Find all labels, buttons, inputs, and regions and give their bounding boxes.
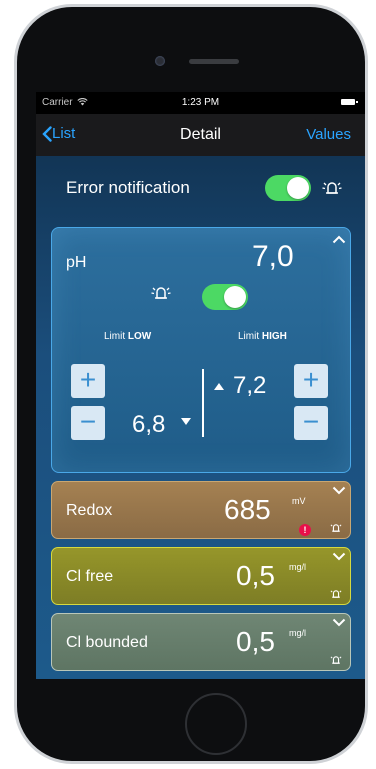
- cl-free-card[interactable]: Cl free 0,5 mg/l: [51, 547, 351, 605]
- cl-free-value: 0,5: [236, 560, 275, 591]
- cl-free-unit: mg/l: [289, 562, 307, 572]
- values-button[interactable]: Values: [306, 126, 351, 143]
- limit-high-value: 7,2: [233, 372, 267, 399]
- earpiece-speaker: [189, 59, 239, 64]
- warning-icon: !: [299, 524, 311, 536]
- high-decrease-button[interactable]: −: [294, 406, 328, 440]
- cl-bounded-value: 0,5: [236, 626, 275, 657]
- status-bar: Carrier 1:23 PM: [36, 92, 365, 114]
- home-button[interactable]: [185, 693, 247, 755]
- redox-card[interactable]: Redox 685 mV !: [51, 481, 351, 539]
- limit-divider: [202, 369, 204, 437]
- clock: 1:23 PM: [181, 97, 220, 108]
- limit-low-word: LOW: [127, 331, 152, 342]
- ph-card: pH 7,0 Limit LOW Limit HIGH + − 6,8 7,2 …: [51, 227, 351, 473]
- ph-label: pH: [66, 254, 87, 271]
- alarm-icon: [330, 656, 342, 664]
- cl-bounded-label: Cl bounded: [66, 634, 148, 651]
- limit-high-prefix: Limit: [238, 331, 260, 342]
- triangle-down-icon: [181, 418, 191, 425]
- alarm-icon: [330, 590, 342, 598]
- toggle-knob: [287, 177, 309, 199]
- redox-label: Redox: [66, 502, 113, 519]
- limit-high-word: HIGH: [261, 331, 287, 342]
- cl-bounded-card[interactable]: Cl bounded 0,5 mg/l: [51, 613, 351, 671]
- chevron-down-icon[interactable]: [332, 486, 346, 495]
- limit-low-label: Limit LOW: [104, 331, 151, 342]
- redox-unit: mV: [292, 496, 306, 506]
- error-notification-row: Error notification: [36, 170, 365, 206]
- ph-value: 7,0: [252, 240, 294, 273]
- triangle-up-icon: [214, 383, 224, 390]
- alarm-icon: [151, 287, 171, 299]
- limit-low-prefix: Limit: [104, 331, 126, 342]
- navigation-bar: List Detail Values: [36, 114, 365, 156]
- chevron-up-icon[interactable]: [332, 235, 346, 244]
- limit-high-label: Limit HIGH: [238, 331, 287, 342]
- error-notification-label: Error notification: [66, 178, 190, 197]
- battery-icon: [341, 99, 358, 105]
- redox-value: 685: [224, 494, 271, 525]
- chevron-down-icon[interactable]: [332, 552, 346, 561]
- high-increase-button[interactable]: +: [294, 364, 328, 398]
- cl-bounded-unit: mg/l: [289, 628, 307, 638]
- chevron-down-icon[interactable]: [332, 618, 346, 627]
- toggle-knob: [224, 286, 246, 308]
- error-notification-toggle[interactable]: [265, 175, 311, 201]
- low-increase-button[interactable]: +: [71, 364, 105, 398]
- front-camera: [155, 56, 165, 66]
- low-decrease-button[interactable]: −: [71, 406, 105, 440]
- ph-alarm-toggle[interactable]: [202, 284, 248, 310]
- limit-low-value: 6,8: [132, 411, 166, 438]
- alarm-icon: [330, 524, 342, 532]
- app-screen: Carrier 1:23 PM List Detail Values Error…: [36, 92, 365, 679]
- alarm-icon: [322, 182, 342, 194]
- cl-free-label: Cl free: [66, 568, 114, 585]
